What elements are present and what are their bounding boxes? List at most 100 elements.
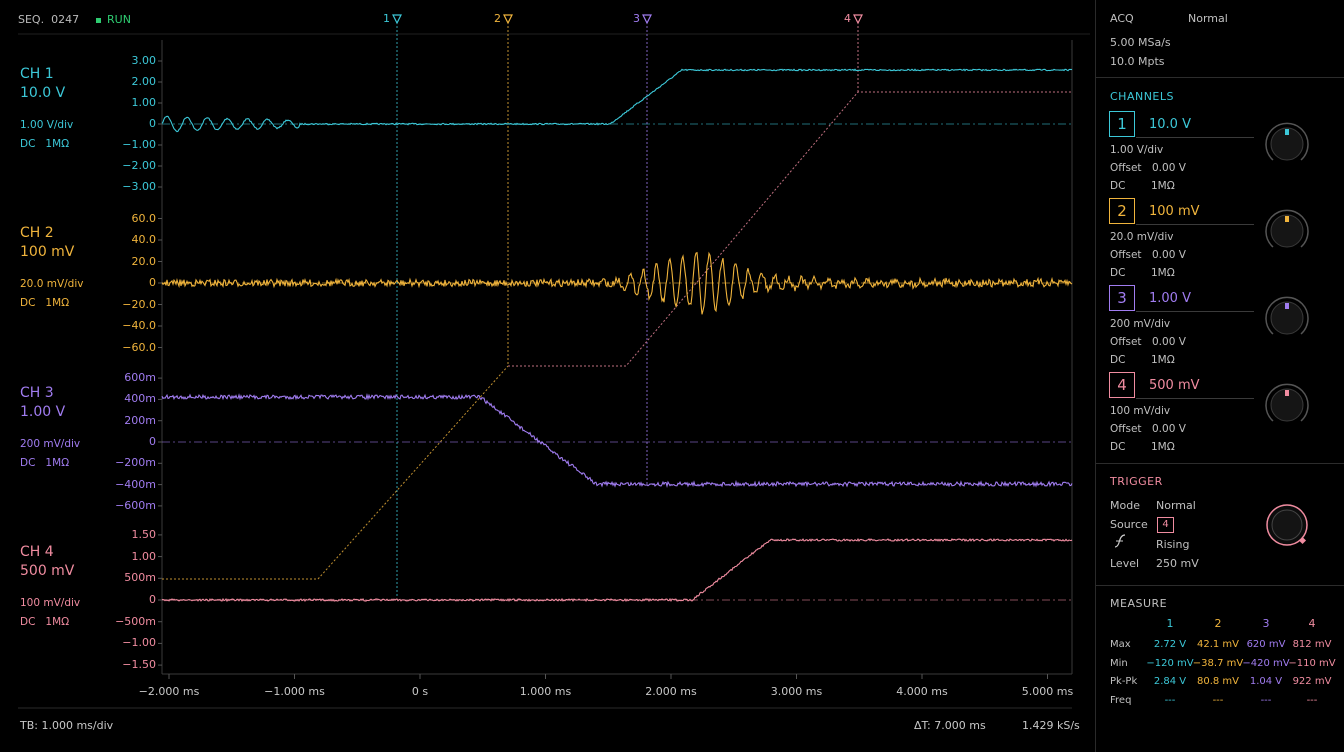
channel-4-scale-knob[interactable] [1263, 381, 1311, 429]
ch1-scale: 1.00 V/div [20, 119, 74, 131]
ch4-coupling: DC 1MΩ [20, 616, 69, 628]
channel-2-scale-knob[interactable] [1263, 207, 1311, 255]
ch1-tick-label: 0 [149, 117, 156, 130]
channel-2-volts: 100 mV [1149, 204, 1200, 219]
channel-3-offset-label: Offset [1110, 336, 1142, 348]
measure-title: MEASURE [1110, 597, 1168, 610]
ch1-tick-label: −3.00 [122, 180, 156, 193]
ch2-tick-label: −40.0 [122, 319, 156, 332]
channel-4-scale: 100 mV/div [1110, 405, 1171, 417]
time-tick-label: −1.000 ms [264, 685, 325, 698]
channel-4-impedance: 1MΩ [1151, 441, 1175, 453]
timebase-readout: TB: 1.000 ms/div [20, 719, 114, 732]
ch2-tick-label: −20.0 [122, 297, 156, 311]
trigger-source-label: Source [1110, 518, 1148, 531]
ch4-tick-label: −1.50 [122, 658, 156, 672]
ch2-tick-label: 60.0 [131, 211, 157, 225]
ch2-tick-label: −60.0 [122, 340, 156, 354]
channel-1-coupling: DC [1110, 180, 1126, 192]
measure-value: 812 mV [1292, 639, 1332, 650]
channel-4-offset-label: Offset [1110, 423, 1142, 435]
cursor-1-label[interactable]: 1 [383, 12, 390, 25]
coupling: DC [20, 297, 36, 309]
acq-memory: 10.0 Mpts [1110, 55, 1165, 68]
trigger-source-box[interactable]: 4 [1157, 517, 1174, 533]
trigger-level-label: Level [1110, 557, 1140, 570]
delta-t-readout: ΔT: 7.000 ms [914, 719, 986, 732]
channel-3-scale-knob[interactable] [1263, 294, 1311, 342]
trigger-level-knob[interactable] [1264, 502, 1310, 548]
ch2-tick-label: 0 [149, 276, 156, 289]
channel-1-button[interactable]: 1 [1109, 111, 1135, 137]
ch3-name[interactable]: CH 3 [20, 385, 54, 401]
waveform-display[interactable] [0, 0, 1095, 752]
ch3-tick-label: 200m [124, 413, 156, 427]
ch4-tick-label: 500m [124, 571, 156, 585]
channel-3-button[interactable]: 3 [1109, 285, 1135, 311]
ch2-tick-label: 40.0 [131, 233, 157, 246]
ch3-volts: 1.00 V [20, 404, 66, 420]
ch1-tick-label: 1.00 [131, 96, 157, 109]
trigger-mode-value[interactable]: Normal [1156, 499, 1196, 512]
acq-mode[interactable]: Normal [1188, 12, 1228, 25]
run-indicator-icon [96, 17, 101, 23]
channel-2-button[interactable]: 2 [1109, 198, 1135, 224]
ch2-name[interactable]: CH 2 [20, 225, 54, 241]
ch3-tick-label: 600m [124, 371, 156, 385]
divider [1096, 585, 1344, 586]
time-tick-label: −2.000 ms [138, 685, 200, 698]
cursor-2-marker-icon[interactable] [503, 14, 513, 25]
measure-col-header-2: 2 [1214, 617, 1222, 630]
channel-2-scale: 20.0 mV/div [1110, 231, 1174, 243]
ch3-trace [161, 392, 1073, 488]
cursor-2-label[interactable]: 2 [494, 12, 501, 25]
trigger-level-value: 250 mV [1156, 557, 1199, 570]
measure-value: --- [1306, 694, 1318, 706]
trigger-slope[interactable]: Rising [1156, 538, 1189, 551]
cursor-3-marker-icon[interactable] [642, 14, 652, 25]
ch3-tick-label: −400m [115, 477, 156, 491]
divider [1136, 137, 1254, 138]
ch3-tick-label: −600m [115, 498, 156, 512]
time-tick-label: 4.000 ms [896, 685, 948, 698]
divider [1136, 311, 1254, 312]
channel-1-offset: 0.00 V [1152, 162, 1186, 174]
impedance: 1MΩ [45, 616, 70, 628]
cursor-4-marker-icon[interactable] [853, 14, 863, 25]
ch2-scale: 20.0 mV/div [20, 278, 84, 290]
ch4-tick-label: 1.00 [131, 549, 157, 563]
channel-4-coupling: DC [1110, 441, 1126, 453]
run-status[interactable]: RUN [96, 13, 131, 26]
control-sidebar: ACQ Normal 5.00 MSa/s 10.0 Mpts CHANNELS… [1095, 0, 1344, 752]
ch3-tick-label: −200m [115, 456, 156, 470]
time-tick-label: 1.000 ms [519, 685, 572, 698]
channel-4-button[interactable]: 4 [1109, 372, 1135, 398]
ch4-name[interactable]: CH 4 [20, 544, 54, 560]
ch4-tick-label: −1.00 [122, 636, 156, 650]
channel-2-coupling: DC [1110, 267, 1126, 279]
cursor-4-label[interactable]: 4 [844, 12, 851, 25]
sequence-label: SEQ. 0247 [18, 13, 80, 26]
time-tick-label: 5.000 ms [1021, 685, 1074, 698]
cursor-1-marker-icon[interactable] [392, 14, 402, 25]
channel-3-impedance: 1MΩ [1151, 354, 1175, 366]
channel-4-volts: 500 mV [1149, 378, 1200, 393]
ch1-tick-label: −2.00 [122, 159, 156, 172]
ch1-tick-label: 2.00 [131, 75, 157, 88]
ch3-scale: 200 mV/div [20, 438, 81, 450]
ch1-name[interactable]: CH 1 [20, 66, 54, 82]
channel-1-volts: 10.0 V [1149, 117, 1191, 132]
measure-value: 922 mV [1292, 676, 1332, 687]
channel-1-scale-knob[interactable] [1263, 120, 1311, 168]
coupling: DC [20, 616, 36, 628]
channel-2-impedance: 1MΩ [1151, 267, 1175, 279]
cursor-4-ramp [508, 91, 1072, 367]
measure-col-header-3: 3 [1262, 617, 1270, 630]
cursor-3-label[interactable]: 3 [633, 12, 640, 25]
ch3-tick-label: 0 [149, 435, 156, 448]
sample-rate-readout: 1.429 kS/s [1022, 719, 1080, 732]
ch1-trace [161, 68, 1073, 133]
trigger-mode-label: Mode [1110, 499, 1140, 512]
divider [1096, 77, 1344, 78]
channel-1-offset-label: Offset [1110, 162, 1142, 174]
